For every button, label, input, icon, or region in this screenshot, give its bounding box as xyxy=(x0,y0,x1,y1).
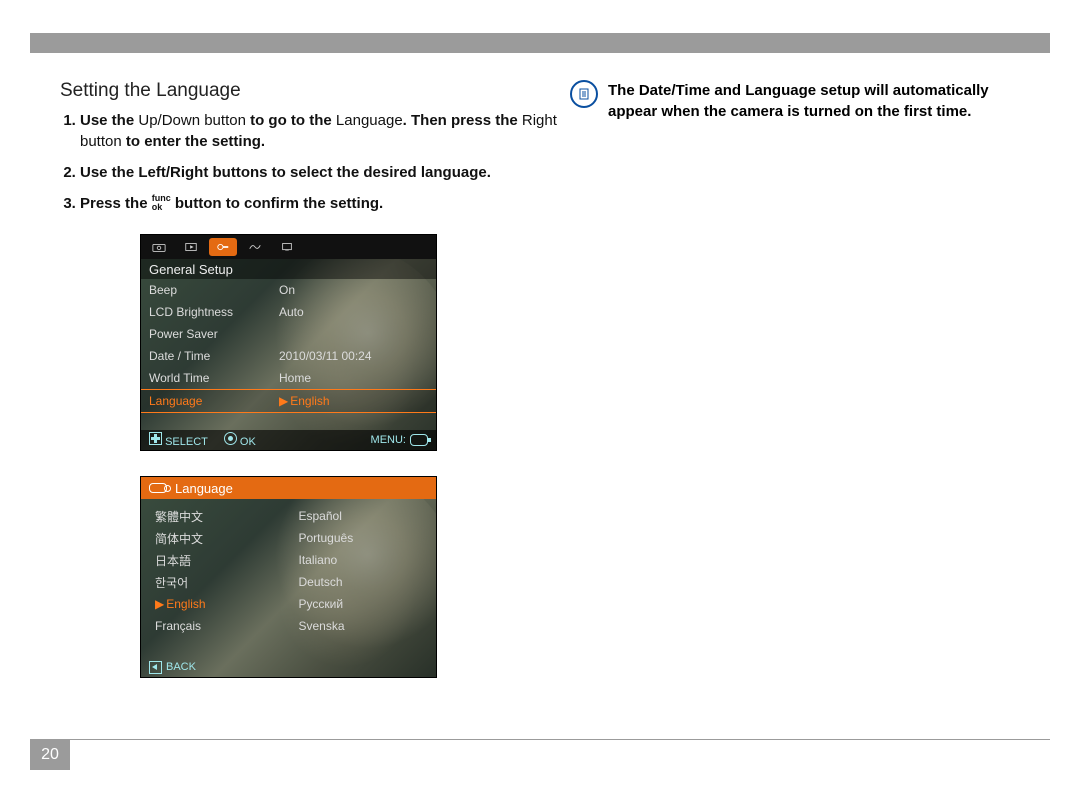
tab-playback-icon xyxy=(177,238,205,256)
note-block: The Date/Time and Language setup will au… xyxy=(570,80,1030,122)
instruction-list: Use the Up/Down button to go to the Lang… xyxy=(80,110,560,214)
setup-row: LCD BrightnessAuto xyxy=(141,301,436,323)
tab-display-icon xyxy=(273,238,301,256)
camera-screenshot-language: Language 繁體中文 Español 简体中文 Português 日本語 Ital… xyxy=(140,476,437,678)
tab-curve-icon xyxy=(241,238,269,256)
language-option: Deutsch xyxy=(299,571,423,593)
func-ok-icon: funcok xyxy=(152,194,171,212)
lcd-footer: SELECT OK MENU: xyxy=(141,430,436,450)
language-option: 繁體中文 xyxy=(155,505,279,527)
page-number: 20 xyxy=(30,740,70,770)
step-2: Use the Left/Right buttons to select the… xyxy=(80,162,560,183)
language-option: 한국어 xyxy=(155,571,279,593)
header-grey-bar xyxy=(30,33,1050,53)
ok-indicator: OK xyxy=(224,432,256,448)
step-1: Use the Up/Down button to go to the Lang… xyxy=(80,110,560,152)
select-indicator: SELECT xyxy=(149,432,208,448)
note-icon xyxy=(570,80,598,108)
setup-row: Date / Time2010/03/11 00:24 xyxy=(141,345,436,367)
language-option: Français xyxy=(155,615,279,637)
setup-row: BeepOn xyxy=(141,279,436,301)
language-option: 简体中文 xyxy=(155,527,279,549)
tab-setup-icon xyxy=(209,238,237,256)
setup-row: World TimeHome xyxy=(141,367,436,389)
menu-indicator: MENU: xyxy=(371,434,428,446)
camera-screenshot-general-setup: General Setup BeepOnLCD BrightnessAutoPo… xyxy=(140,234,437,451)
setup-row: Power Saver xyxy=(141,323,436,345)
step-3: Press the funcok button to confirm the s… xyxy=(80,193,560,214)
tab-camera-icon xyxy=(145,238,173,256)
lcd-title: General Setup xyxy=(141,259,436,279)
tab-bar xyxy=(141,235,436,259)
language-option: ▶English xyxy=(155,593,279,615)
setup-row: Language▶English xyxy=(141,389,436,413)
note-text: The Date/Time and Language setup will au… xyxy=(608,80,1030,122)
back-indicator: BACK xyxy=(141,657,204,677)
language-option: Русский xyxy=(299,593,423,615)
setup-key-icon xyxy=(149,483,167,493)
language-option: Italiano xyxy=(299,549,423,571)
language-titlebar: Language xyxy=(141,477,436,499)
back-icon xyxy=(149,661,162,674)
language-option: Português xyxy=(299,527,423,549)
language-option: 日本語 xyxy=(155,549,279,571)
section-title: Setting the Language xyxy=(60,80,560,102)
footer-rule xyxy=(30,739,1050,740)
language-option: Español xyxy=(299,505,423,527)
language-option: Svenska xyxy=(299,615,423,637)
